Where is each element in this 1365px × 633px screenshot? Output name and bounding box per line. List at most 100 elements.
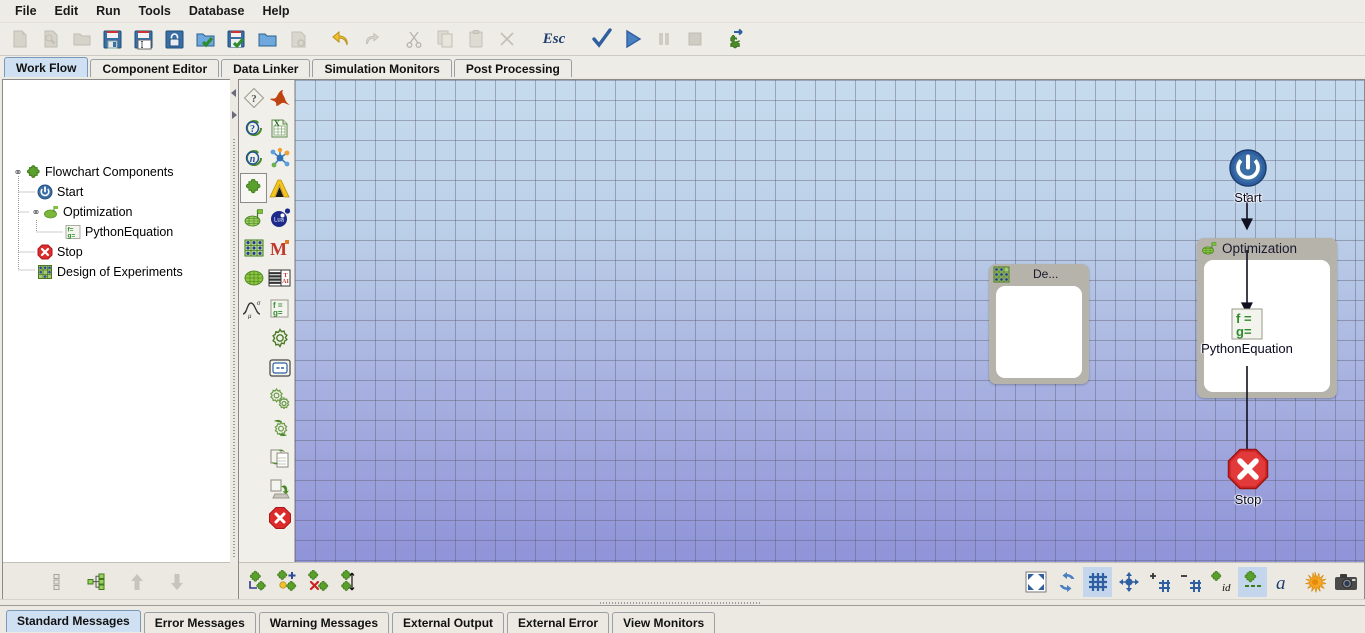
remove-component-icon[interactable] [305, 567, 334, 597]
doe-flag-mesh-icon[interactable] [241, 204, 266, 232]
svg-text:?: ? [251, 93, 257, 105]
lock-icon[interactable] [159, 24, 190, 54]
main-tab-strip: Work Flow Component Editor Data Linker S… [0, 56, 1365, 79]
move-component-icon[interactable] [336, 567, 365, 597]
stop-octagon-icon [1225, 448, 1271, 490]
save-validate-icon[interactable] [221, 24, 252, 54]
tab-work-flow[interactable]: Work Flow [4, 57, 89, 78]
stop-node[interactable]: Stop [1225, 448, 1271, 507]
main-toolbar: Esc [0, 23, 1365, 56]
menu-edit[interactable]: Edit [46, 2, 88, 20]
toggle-grid-icon[interactable] [1083, 567, 1112, 597]
pause-icon[interactable] [648, 24, 679, 54]
tree-toolbar [3, 562, 231, 601]
save-icon[interactable] [97, 24, 128, 54]
move-up-icon[interactable] [125, 570, 149, 594]
grid-points-icon[interactable] [241, 234, 266, 262]
text-matrix-icon[interactable]: T AI [267, 264, 292, 292]
validate-check-icon[interactable] [586, 24, 617, 54]
lua-icon[interactable]: Lua [267, 204, 292, 232]
export-component-icon[interactable] [721, 24, 752, 54]
annotation-text-icon[interactable]: a [1269, 567, 1298, 597]
tab-error-messages[interactable]: Error Messages [143, 612, 256, 633]
grid-decrease-icon[interactable] [1176, 567, 1205, 597]
save-copy-icon[interactable] [283, 24, 314, 54]
copy-icon[interactable] [429, 24, 460, 54]
workflow-canvas[interactable]: Optimization De... Start f = g= PythonEq… [295, 80, 1364, 563]
redo-icon[interactable] [356, 24, 387, 54]
add-component-plus-icon[interactable] [274, 567, 303, 597]
stop-run-icon[interactable] [679, 24, 710, 54]
equation-fg-icon[interactable]: f = g= [267, 294, 292, 322]
unknown-diamond-icon[interactable]: ? [241, 84, 266, 112]
move-down-icon[interactable] [165, 570, 189, 594]
cut-icon[interactable] [398, 24, 429, 54]
svg-text:σ: σ [257, 299, 261, 307]
workflow-canvas-viewport[interactable]: Optimization De... Start f = g= PythonEq… [295, 80, 1364, 601]
response-surface-mesh-icon[interactable] [241, 264, 266, 292]
start-node[interactable]: Start [1227, 148, 1269, 205]
excel-icon[interactable]: X [267, 114, 292, 142]
tab-post-processing[interactable]: Post Processing [453, 59, 572, 79]
tab-component-editor[interactable]: Component Editor [90, 59, 220, 79]
refresh-icon[interactable] [1052, 567, 1081, 597]
ansa-tunnel-icon[interactable] [267, 174, 292, 202]
new-file-icon[interactable] [4, 24, 35, 54]
tree-area[interactable]: ⚭ Flowchart Components Start ⚭ Optimizat… [3, 80, 231, 561]
gear-single-icon[interactable] [267, 324, 292, 352]
snap-to-grid-icon[interactable] [1114, 567, 1143, 597]
add-component-corner-icon[interactable] [243, 567, 272, 597]
new-from-template-icon[interactable] [35, 24, 66, 54]
tab-warning-messages[interactable]: Warning Messages [258, 612, 390, 633]
application-window: File Edit Run Tools Database Help Esc Wo… [0, 0, 1365, 633]
loop-n-icon[interactable]: n [241, 144, 266, 172]
menu-help[interactable]: Help [253, 2, 298, 20]
undo-icon[interactable] [325, 24, 356, 54]
run-icon[interactable] [617, 24, 648, 54]
menu-file[interactable]: File [6, 2, 46, 20]
modelica-icon[interactable]: M [267, 234, 292, 262]
show-ids-icon[interactable]: id [1207, 567, 1236, 597]
distribution-curve-icon[interactable]: μ σ [241, 294, 266, 322]
open-file-icon[interactable] [66, 24, 97, 54]
gears-double-icon[interactable] [267, 384, 292, 412]
svg-text:M: M [270, 239, 287, 259]
screenshot-icon[interactable] [1331, 567, 1360, 597]
fit-to-screen-icon[interactable] [1021, 567, 1050, 597]
paste-icon[interactable] [460, 24, 491, 54]
loop-question-icon[interactable]: ? [241, 114, 266, 142]
file-copy-icon[interactable] [267, 444, 292, 472]
gear-refresh-icon[interactable] [267, 414, 292, 442]
svg-text:?: ? [250, 124, 255, 135]
file-archive-icon[interactable] [267, 474, 292, 502]
grid-increase-icon[interactable] [1145, 567, 1174, 597]
open-folder-icon[interactable] [252, 24, 283, 54]
expand-tree-icon[interactable] [85, 570, 109, 594]
open-validate-icon[interactable] [190, 24, 221, 54]
dashed-box-icon[interactable] [267, 354, 292, 382]
stop-octagon-icon[interactable] [267, 504, 292, 532]
highlight-icon[interactable] [1300, 567, 1329, 597]
matlab-icon[interactable] [267, 84, 292, 112]
save-as-icon[interactable] [128, 24, 159, 54]
menu-database[interactable]: Database [180, 2, 254, 20]
delete-icon[interactable] [491, 24, 522, 54]
menu-tools[interactable]: Tools [129, 2, 179, 20]
collapse-all-icon[interactable] [45, 570, 69, 594]
split-pane-divider[interactable] [230, 79, 238, 600]
tab-external-error[interactable]: External Error [507, 612, 610, 633]
show-connections-icon[interactable] [1238, 567, 1267, 597]
tab-data-linker[interactable]: Data Linker [221, 59, 311, 79]
scilab-icon[interactable] [267, 144, 292, 172]
tab-view-monitors[interactable]: View Monitors [612, 612, 716, 633]
escape-icon[interactable]: Esc [533, 24, 575, 54]
menu-run[interactable]: Run [87, 2, 129, 20]
tab-external-output[interactable]: External Output [392, 612, 505, 633]
tab-simulation-monitors[interactable]: Simulation Monitors [312, 59, 452, 79]
python-equation-node[interactable]: f = g= PythonEquation [1175, 308, 1319, 356]
stop-node-label: Stop [1234, 492, 1262, 507]
puzzle-component-icon[interactable] [240, 173, 267, 203]
start-node-label: Start [1234, 190, 1262, 205]
tab-standard-messages[interactable]: Standard Messages [6, 610, 141, 632]
divider-collapse-arrows-icon[interactable] [230, 85, 238, 129]
